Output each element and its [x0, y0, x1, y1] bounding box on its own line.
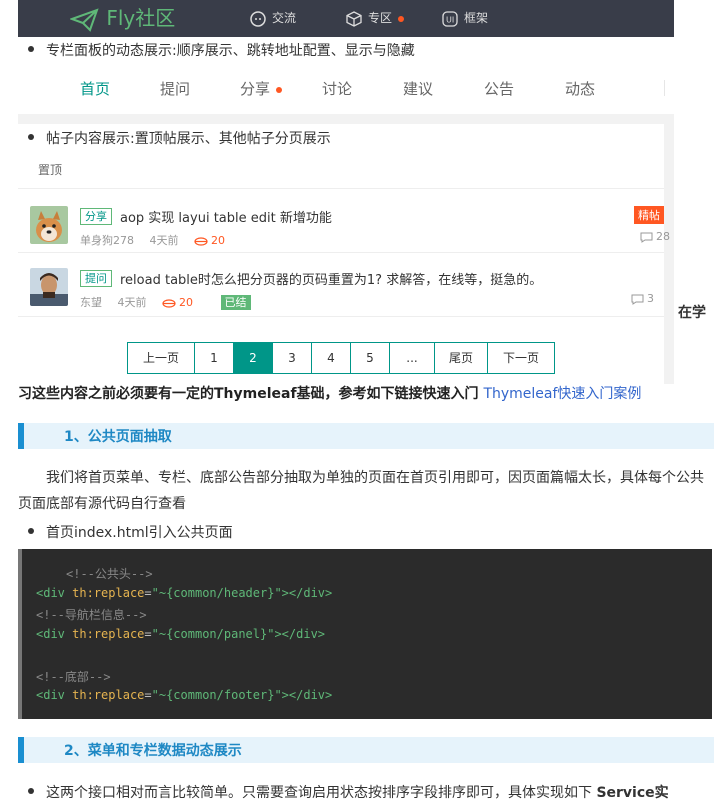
- divider: [664, 124, 674, 384]
- comment-icon: [631, 294, 644, 305]
- bullet-column-panel: 专栏面板的动态展示:顺序展示、跳转地址配置、显示与隐藏: [28, 40, 415, 60]
- author-name[interactable]: 东望: [80, 296, 102, 309]
- site-header: Fly社区 交流 专区 UI 框架: [18, 0, 674, 37]
- post-meta: 东望 4天前 20 已结: [80, 294, 263, 310]
- category-tag[interactable]: 分享: [80, 208, 112, 225]
- page-5[interactable]: 5: [350, 343, 389, 373]
- experience-reward: 20: [194, 234, 237, 247]
- page-2-current[interactable]: 2: [233, 343, 272, 373]
- cube-icon: [346, 10, 362, 27]
- page-4[interactable]: 4: [311, 343, 350, 373]
- divider: [18, 188, 664, 189]
- tab-activity[interactable]: 动态: [565, 78, 595, 99]
- code-comment: <!--公共头-->: [66, 567, 153, 581]
- post-title[interactable]: reload table时怎么把分页器的页码重置为1? 求解答，在线等，挺急的。: [120, 269, 542, 288]
- comment-count: 3: [631, 292, 654, 305]
- code-line: <div th:replace="~{common/footer}"></div…: [36, 688, 333, 702]
- intro-paragraph: 习这些内容之前必须要有一定的Thymeleaf基础，参考如下链接快速入门 Thy…: [18, 381, 708, 407]
- avatar[interactable]: [30, 268, 68, 306]
- divider: [18, 252, 664, 253]
- section-heading: 2、菜单和专栏数据动态展示: [18, 737, 714, 763]
- logo-text: Fly社区: [106, 6, 176, 30]
- nav-label: 专区: [368, 11, 393, 25]
- comment-count: 28: [640, 230, 670, 243]
- site-logo[interactable]: Fly社区: [69, 2, 176, 32]
- new-dot: [276, 86, 283, 93]
- body-paragraph: 我们将首页菜单、专栏、底部公告部分抽取为单独的页面在首页引用即可，因页面篇幅太长…: [18, 470, 704, 512]
- reward-icon: [162, 298, 176, 308]
- nav-label: 交流: [272, 11, 297, 25]
- nav-item-zone[interactable]: 专区: [346, 9, 405, 27]
- featured-badge: 精帖: [634, 206, 664, 224]
- divider: [18, 316, 664, 317]
- new-dot: [398, 15, 405, 22]
- nav-item-framework[interactable]: UI 框架: [442, 9, 488, 27]
- reward-value: 20: [179, 296, 193, 309]
- paper-plane-icon: [69, 7, 99, 32]
- last-page-button[interactable]: 尾页: [434, 343, 487, 373]
- article-text-fragment: 在学: [678, 305, 706, 321]
- tab-share[interactable]: 分享: [240, 78, 283, 99]
- pagination: 上一页 1 2 3 4 5 ... 尾页 下一页: [127, 342, 555, 374]
- thymeleaf-link[interactable]: Thymeleaf快速入门案例: [483, 386, 641, 402]
- tab-home[interactable]: 首页: [80, 78, 110, 99]
- divider: [18, 114, 674, 124]
- comment-icon: [640, 232, 653, 243]
- reward-value: 20: [211, 234, 225, 247]
- code-line: <div th:replace="~{common/header}"></div…: [36, 586, 333, 600]
- heading-text: 1、公共页面抽取: [64, 429, 172, 445]
- post-meta: 单身狗278 4天前 20: [80, 232, 249, 248]
- tab-discuss[interactable]: 讨论: [322, 78, 352, 99]
- divider: [664, 80, 665, 96]
- comment-value: 28: [656, 230, 670, 243]
- code-line: <div th:replace="~{common/panel}"></div>: [36, 627, 326, 641]
- category-tag[interactable]: 提问: [80, 270, 112, 287]
- avatar[interactable]: [30, 206, 68, 244]
- intro-bold-text: 习这些内容之前必须要有一定的Thymeleaf基础，参考如下链接快速入门: [18, 386, 484, 402]
- ui-icon: UI: [442, 10, 458, 27]
- tab-label: 分享: [240, 80, 271, 98]
- post-title[interactable]: aop 实现 layui table edit 新增功能: [120, 207, 332, 226]
- list-item[interactable]: 提问 reload table时怎么把分页器的页码重置为1? 求解答，在线等，挺…: [18, 264, 664, 328]
- solved-badge: 已结: [220, 295, 251, 310]
- next-page-button[interactable]: 下一页: [487, 343, 554, 373]
- page-ellipsis: ...: [389, 343, 434, 373]
- tab-suggest[interactable]: 建议: [403, 78, 433, 99]
- author-name[interactable]: 单身狗278: [80, 234, 134, 247]
- section-heading: 1、公共页面抽取: [18, 423, 714, 449]
- chat-icon: [250, 10, 266, 27]
- code-comment: <!--底部-->: [36, 670, 111, 684]
- svg-text:UI: UI: [446, 15, 454, 24]
- code-block: <!--公共头--> <div th:replace="~{common/hea…: [18, 549, 712, 719]
- post-time: 4天前: [149, 234, 179, 247]
- comment-value: 3: [647, 292, 654, 305]
- nav-label: 框架: [464, 11, 489, 25]
- prev-page-button[interactable]: 上一页: [128, 343, 194, 373]
- code-comment: <!--导航栏信息-->: [36, 608, 147, 622]
- pinned-label: 置顶: [38, 163, 63, 177]
- list-item[interactable]: 分享 aop 实现 layui table edit 新增功能 单身狗278 4…: [18, 202, 670, 266]
- column-nav: 首页 提问 分享 讨论 建议 公告 动态: [18, 62, 674, 114]
- bullet-post-display: 帖子内容展示:置顶帖展示、其他帖子分页展示: [28, 128, 331, 148]
- tab-ask[interactable]: 提问: [160, 78, 190, 99]
- bullet-interface-desc: 这两个接口相对而言比较简单。只需要查询启用状态按排序字段排序即可，具体实现如下 …: [28, 782, 708, 802]
- post-time: 4天前: [117, 296, 147, 309]
- tab-notice[interactable]: 公告: [484, 78, 514, 99]
- experience-reward: 20: [162, 296, 205, 309]
- heading-text: 2、菜单和专栏数据动态展示: [64, 743, 242, 759]
- bullet-index-include: 首页index.html引入公共页面: [28, 522, 233, 542]
- page-3[interactable]: 3: [272, 343, 311, 373]
- nav-item-chat[interactable]: 交流: [250, 9, 296, 27]
- reward-icon: [194, 236, 208, 246]
- page-1[interactable]: 1: [194, 343, 233, 373]
